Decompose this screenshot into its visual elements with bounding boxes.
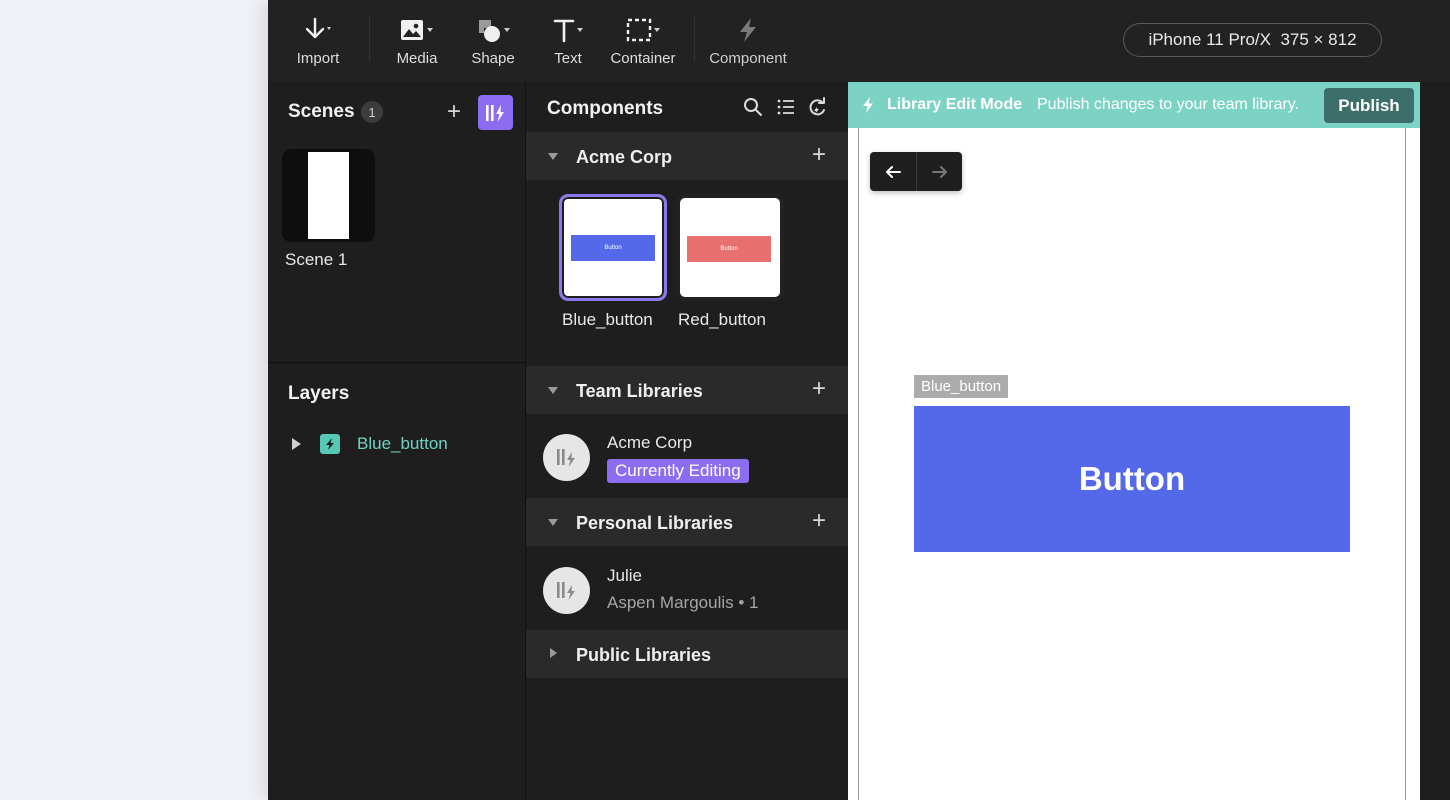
- group-title: Team Libraries: [576, 381, 703, 401]
- left-panel: Scenes 1 + Scene 1 Layers Blue_button: [268, 82, 526, 800]
- shape-tool[interactable]: Shape: [470, 14, 516, 70]
- text-tool[interactable]: Text: [548, 14, 588, 70]
- components-header: Components: [526, 82, 848, 132]
- scene-thumbnail[interactable]: [282, 149, 375, 242]
- toolbar-divider: [369, 16, 370, 62]
- team-libraries-group[interactable]: Team Libraries +: [526, 366, 848, 414]
- library-icon: [556, 448, 575, 467]
- add-team-library-button[interactable]: +: [812, 377, 826, 401]
- list-view-icon[interactable]: [776, 97, 796, 122]
- arrow-down-icon: [303, 14, 333, 46]
- forward-arrow-icon[interactable]: [917, 152, 963, 191]
- toolbar: Import Media Shape Text Container Compon…: [268, 0, 1450, 82]
- right-panel-edge: [1420, 82, 1450, 800]
- add-component-button[interactable]: +: [812, 143, 826, 167]
- lightning-icon: [733, 14, 763, 46]
- device-name: iPhone 11 Pro/X: [1148, 30, 1271, 49]
- library-name: Julie: [607, 566, 642, 585]
- expand-caret-icon: [550, 648, 557, 658]
- search-icon[interactable]: [743, 97, 763, 122]
- publish-button[interactable]: Publish: [1324, 88, 1414, 123]
- library-name: Acme Corp: [607, 433, 693, 452]
- container-icon: [621, 14, 665, 46]
- text-icon: [548, 14, 588, 46]
- team-library-item[interactable]: Acme Corp Currently Editing: [526, 415, 848, 497]
- group-title: Public Libraries: [576, 645, 712, 665]
- components-panel: Components Acme Corp + Button Blue_butto…: [526, 82, 848, 800]
- button-text: Button: [1078, 460, 1186, 497]
- shape-icon: [472, 14, 514, 46]
- shape-label: Shape: [471, 50, 515, 67]
- blue-button-component[interactable]: Button: [914, 406, 1350, 552]
- add-scene-button[interactable]: +: [447, 100, 461, 124]
- app-window: Import Media Shape Text Container Compon…: [268, 0, 1450, 800]
- collapse-caret-icon: [548, 153, 558, 160]
- layer-name: Blue_button: [357, 434, 448, 453]
- public-libraries-group[interactable]: Public Libraries: [526, 630, 848, 678]
- frame-edge-left: [858, 128, 859, 800]
- acme-corp-group[interactable]: Acme Corp +: [526, 132, 848, 180]
- toolbar-divider: [694, 16, 695, 62]
- canvas[interactable]: Library Edit Mode Publish changes to you…: [848, 82, 1420, 800]
- text-label: Text: [554, 50, 582, 67]
- media-tool[interactable]: Media: [394, 14, 440, 70]
- add-personal-library-button[interactable]: +: [812, 509, 826, 533]
- component-card-red[interactable]: Button: [676, 194, 784, 301]
- scenes-title: Scenes: [288, 101, 355, 122]
- group-title: Personal Libraries: [576, 513, 734, 533]
- refresh-icon[interactable]: [807, 97, 829, 122]
- component-label-blue: Blue_button: [562, 310, 653, 329]
- expand-caret-icon[interactable]: [292, 438, 301, 450]
- container-label: Container: [610, 50, 676, 67]
- layer-item[interactable]: Blue_button: [288, 432, 448, 456]
- personal-libraries-group[interactable]: Personal Libraries +: [526, 498, 848, 546]
- component-layer-icon: [320, 434, 340, 454]
- media-label: Media: [396, 50, 438, 67]
- collapse-caret-icon: [548, 519, 558, 526]
- library-owner: Aspen Margoulis • 1: [607, 593, 759, 612]
- import-tool[interactable]: Import: [294, 14, 342, 70]
- library-avatar: [543, 567, 590, 614]
- currently-editing-badge: Currently Editing: [607, 459, 749, 483]
- layers-title: Layers: [288, 383, 350, 404]
- banner-message: Publish changes to your team library.: [1037, 96, 1300, 113]
- components-title: Components: [547, 98, 664, 119]
- history-nav: [870, 152, 962, 191]
- panel-divider: [268, 362, 525, 363]
- scene-count-badge: 1: [361, 101, 383, 123]
- component-label: Component: [709, 50, 787, 67]
- red-button-preview: Button: [687, 236, 771, 262]
- container-tool[interactable]: Container: [609, 14, 677, 70]
- component-tool[interactable]: Component: [706, 14, 790, 70]
- group-title: Acme Corp: [576, 147, 673, 167]
- component-card-blue[interactable]: Button: [559, 194, 667, 301]
- back-arrow-icon[interactable]: [870, 152, 916, 191]
- component-label-red: Red_button: [678, 310, 766, 329]
- frame-edge-right: [1405, 128, 1406, 800]
- library-icon: [556, 581, 575, 600]
- selection-label: Blue_button: [914, 375, 1009, 398]
- library-avatar: [543, 434, 590, 481]
- scene-preview: [308, 152, 349, 239]
- personal-library-item[interactable]: Julie Aspen Margoulis • 1: [526, 548, 848, 630]
- collapse-caret-icon: [548, 387, 558, 394]
- scene-label: Scene 1: [285, 250, 348, 269]
- library-edit-banner: Library Edit Mode Publish changes to you…: [848, 82, 1420, 128]
- edit-mode-label: Library Edit Mode: [887, 96, 1023, 113]
- device-size: 375 × 812: [1280, 30, 1357, 49]
- import-label: Import: [296, 50, 340, 67]
- blue-button-preview: Button: [571, 235, 655, 261]
- library-toggle-button[interactable]: [478, 95, 513, 130]
- device-selector[interactable]: iPhone 11 Pro/X 375 × 812: [1123, 23, 1382, 57]
- library-icon: [485, 104, 504, 122]
- image-icon: [397, 14, 437, 46]
- lightning-icon: [861, 96, 875, 119]
